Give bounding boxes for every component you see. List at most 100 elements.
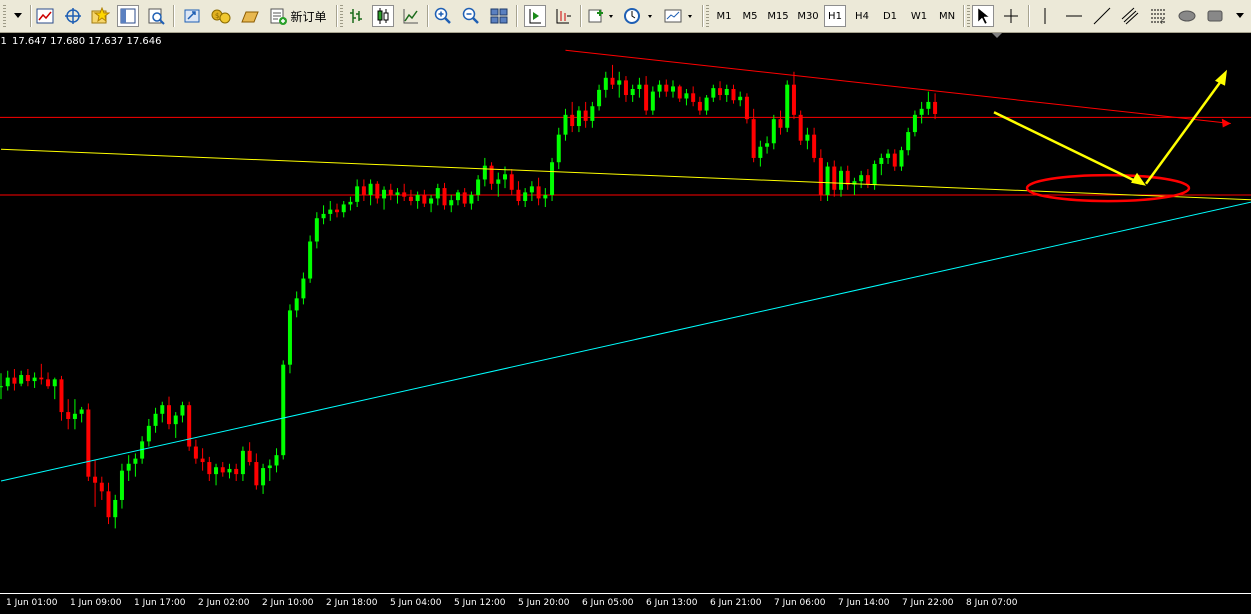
- candle-chart-icon[interactable]: [372, 5, 394, 27]
- candle-body: [529, 186, 534, 193]
- new-order-button[interactable]: 新订单: [267, 5, 329, 27]
- candle-body: [247, 450, 252, 463]
- time-label: 2 Jun 02:00: [198, 598, 250, 608]
- price-chart-canvas[interactable]: [0, 33, 1251, 593]
- vertical-line-icon[interactable]: [1034, 5, 1056, 27]
- candle-body: [442, 188, 447, 206]
- candle-body: [301, 278, 306, 299]
- candle-body: [66, 412, 71, 419]
- candle-body: [738, 96, 743, 101]
- candle-body: [19, 375, 24, 384]
- candle-body: [933, 101, 938, 114]
- candle-body: [590, 106, 595, 121]
- timeframe-d1[interactable]: D1: [878, 5, 902, 27]
- chart-dropdown-arrow-icon[interactable]: [8, 5, 28, 27]
- candle-body: [623, 80, 628, 96]
- time-label: 7 Jun 22:00: [902, 598, 954, 608]
- timeframe-m1[interactable]: M1: [712, 5, 736, 27]
- cursor-icon[interactable]: [972, 5, 994, 27]
- candle-body: [912, 114, 917, 133]
- candle-body: [489, 165, 494, 184]
- timeframe-h4[interactable]: H4: [850, 5, 874, 27]
- timeframe-w1[interactable]: W1: [906, 5, 932, 27]
- candle-body: [321, 213, 326, 219]
- candle-body: [597, 89, 602, 107]
- candle-body: [523, 192, 528, 201]
- toolbar-overflow-icon[interactable]: [1232, 5, 1248, 27]
- candle-body: [382, 189, 387, 199]
- candle-body: [630, 89, 635, 96]
- candle-body: [207, 462, 212, 475]
- ellipse-icon[interactable]: [1175, 5, 1199, 27]
- candle-body: [570, 114, 575, 127]
- candle-body: [778, 119, 783, 128]
- auto-scroll-icon[interactable]: [524, 5, 546, 27]
- candle-body: [617, 80, 622, 85]
- candle-body: [751, 119, 756, 158]
- candle-body: [287, 310, 292, 365]
- candle-body: [556, 134, 561, 163]
- fibonacci-icon[interactable]: F: [1147, 5, 1169, 27]
- periods-icon[interactable]: [622, 5, 656, 27]
- bar-chart-icon[interactable]: [345, 5, 367, 27]
- time-axis: 1 Jun 01:00 1 Jun 09:00 1 Jun 17:00 2 Ju…: [0, 593, 1251, 614]
- candle-body: [812, 134, 817, 158]
- time-label: 7 Jun 14:00: [838, 598, 890, 608]
- templates-icon[interactable]: [662, 5, 696, 27]
- candle-body: [563, 114, 568, 135]
- candle-body: [402, 192, 407, 197]
- period-label: H1: [0, 36, 7, 47]
- zoom-icon[interactable]: [145, 5, 167, 27]
- time-label: 6 Jun 21:00: [710, 598, 762, 608]
- rectangle-icon[interactable]: [1203, 5, 1227, 27]
- candle-body: [415, 194, 420, 201]
- candle-body: [671, 86, 675, 92]
- chart-shift-icon[interactable]: [552, 5, 574, 27]
- favorites-icon[interactable]: [89, 5, 111, 27]
- navigator-icon[interactable]: [117, 5, 139, 27]
- ohlc-readout: 17.647 17.680 17.637 17.646: [12, 36, 162, 47]
- line-chart-icon[interactable]: [400, 5, 422, 27]
- equidistant-channel-icon[interactable]: [1119, 5, 1141, 27]
- candle-body: [906, 132, 911, 151]
- candle-body: [657, 84, 662, 92]
- candle-body: [718, 88, 723, 96]
- candle-body: [583, 110, 588, 121]
- expert-icon[interactable]: [181, 5, 203, 27]
- candle-body: [220, 467, 225, 473]
- candle-body: [791, 84, 796, 115]
- candle-body: [731, 89, 736, 101]
- timeframe-m30[interactable]: M30: [794, 5, 822, 27]
- timeframe-m15[interactable]: M15: [764, 5, 792, 27]
- crosshair-tool-icon[interactable]: [1000, 5, 1022, 27]
- zoom-in-icon[interactable]: [432, 5, 454, 27]
- favorites-folder-icon[interactable]: [239, 5, 261, 27]
- candle-body: [637, 84, 642, 89]
- candle-body: [93, 476, 98, 483]
- candle-body: [86, 409, 91, 477]
- candle-body: [610, 77, 615, 85]
- zoom-out-icon[interactable]: [460, 5, 482, 27]
- indicators-icon[interactable]: [586, 5, 616, 27]
- price-chart[interactable]: [0, 33, 1251, 613]
- horizontal-line-icon[interactable]: [1063, 5, 1085, 27]
- timeframe-m5[interactable]: M5: [738, 5, 762, 27]
- tile-windows-icon[interactable]: [488, 5, 510, 27]
- candle-body: [167, 405, 171, 425]
- trendline-icon[interactable]: [1091, 5, 1113, 27]
- candle-body: [724, 89, 729, 96]
- toolbar-grip[interactable]: [3, 5, 6, 27]
- candle-body: [314, 218, 319, 242]
- candle-body: [173, 415, 178, 425]
- candle-body: [818, 157, 823, 195]
- candle-body: [39, 377, 44, 380]
- candle-body: [361, 186, 366, 195]
- timeframe-h1[interactable]: H1: [824, 5, 846, 27]
- chart-new-icon[interactable]: [34, 5, 56, 27]
- candle-body: [99, 482, 104, 492]
- candle-body: [455, 192, 460, 201]
- crosshair-icon[interactable]: [62, 5, 84, 27]
- timeframe-mn[interactable]: MN: [934, 5, 960, 27]
- time-label: 2 Jun 18:00: [326, 598, 378, 608]
- cart-icon[interactable]: $: [208, 5, 234, 27]
